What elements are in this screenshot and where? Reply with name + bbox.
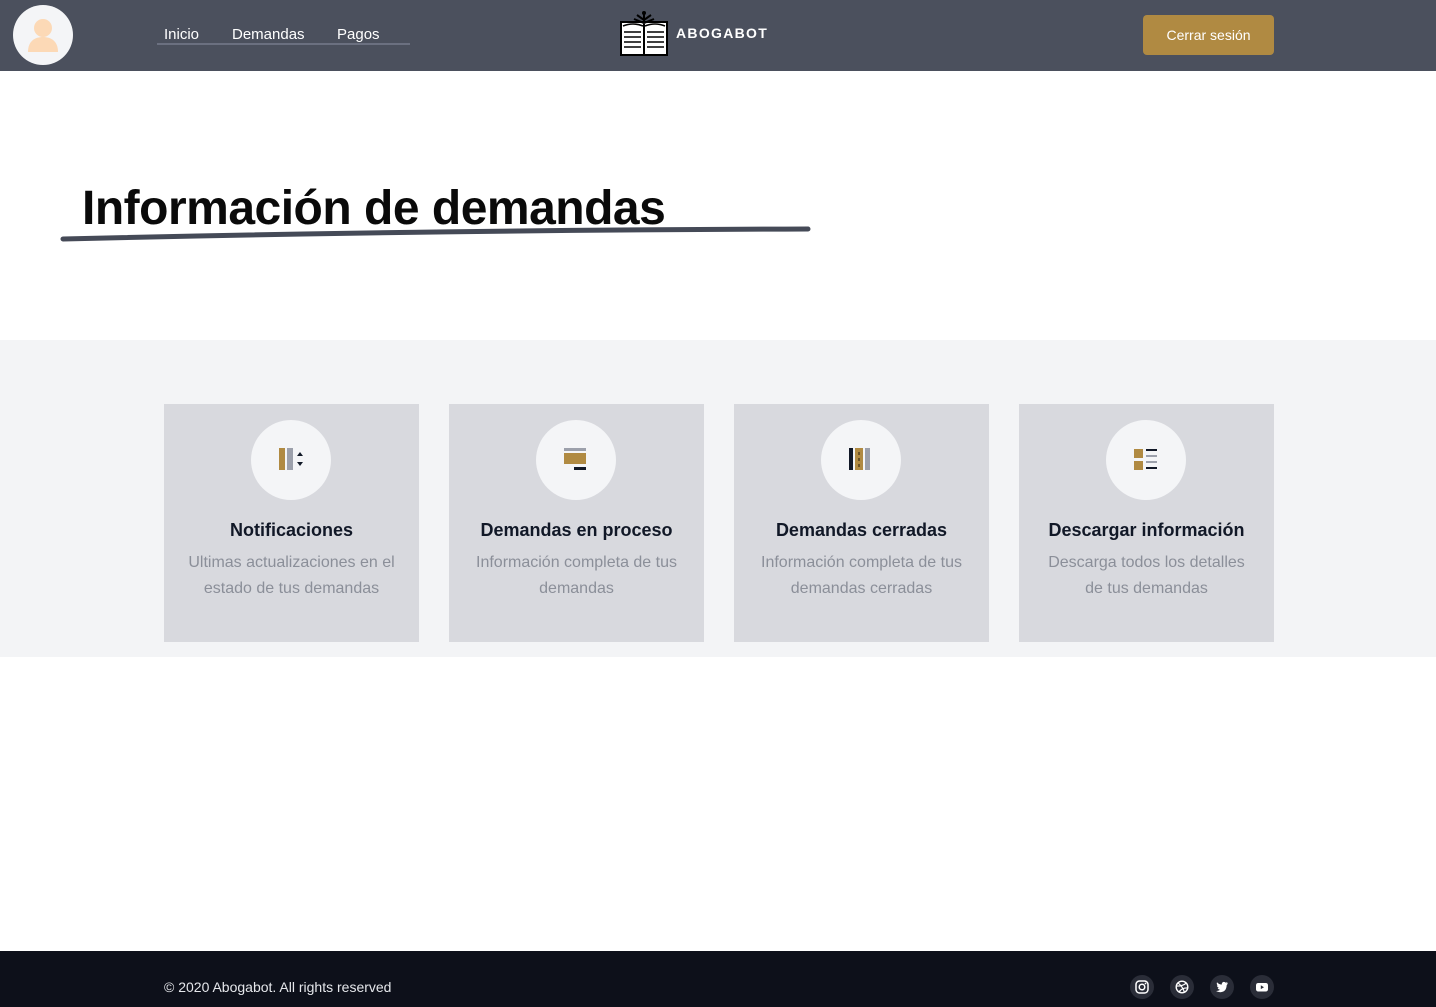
nav-demandas[interactable]: Demandas bbox=[232, 26, 305, 43]
card-demandas-en-proceso[interactable]: Demandas en proceso Información completa… bbox=[449, 404, 704, 642]
youtube-icon bbox=[1256, 983, 1268, 992]
card-title: Demandas cerradas bbox=[775, 520, 948, 540]
instagram-icon bbox=[1135, 980, 1149, 994]
card-notificaciones[interactable]: Notificaciones Ultimas actualizaciones e… bbox=[164, 404, 419, 642]
download-icon bbox=[1134, 449, 1157, 470]
card-description: Ultimas actualizaciones en el estado de … bbox=[188, 554, 395, 597]
brand[interactable]: ABOGABOT bbox=[620, 10, 768, 56]
twitter-link[interactable] bbox=[1210, 975, 1234, 999]
card-description: Información completa de tus demandas bbox=[476, 554, 677, 597]
features-section: Notificaciones Ultimas actualizaciones e… bbox=[0, 340, 1436, 657]
card-description: Información completa de tus demandas cer… bbox=[761, 554, 962, 597]
top-navbar: Inicio Demandas Pagos ABOGABOT Cerrar se… bbox=[0, 0, 1436, 71]
dribbble-icon bbox=[1175, 980, 1189, 994]
book-icon bbox=[620, 11, 668, 56]
user-avatar[interactable] bbox=[13, 5, 73, 65]
card-title: Descargar información bbox=[1048, 520, 1245, 540]
card-title: Notificaciones bbox=[229, 520, 354, 540]
card-descargar-informacion[interactable]: Descargar información Descarga todos los… bbox=[1019, 404, 1274, 642]
twitter-icon bbox=[1216, 981, 1228, 993]
user-icon bbox=[28, 19, 58, 52]
closed-icon bbox=[849, 448, 870, 470]
notifications-icon bbox=[279, 448, 303, 470]
copyright-text: © 2020 Abogabot. All rights reserved bbox=[164, 979, 392, 995]
footer: © 2020 Abogabot. All rights reserved bbox=[0, 951, 1436, 1007]
nav-pagos[interactable]: Pagos bbox=[337, 26, 380, 43]
card-demandas-cerradas[interactable]: Demandas cerradas Información completa d… bbox=[734, 404, 989, 642]
card-icon-badge bbox=[251, 420, 331, 500]
in-progress-icon bbox=[564, 448, 586, 470]
title-underline bbox=[60, 226, 811, 242]
dribbble-link[interactable] bbox=[1170, 975, 1194, 999]
nav-inicio[interactable]: Inicio bbox=[164, 26, 199, 43]
card-icon-badge bbox=[1106, 420, 1186, 500]
card-icon-badge bbox=[821, 420, 901, 500]
card-title: Demandas en proceso bbox=[480, 520, 673, 540]
card-icon-badge bbox=[536, 420, 616, 500]
logout-button[interactable]: Cerrar sesión bbox=[1143, 15, 1274, 55]
instagram-link[interactable] bbox=[1130, 975, 1154, 999]
youtube-link[interactable] bbox=[1250, 975, 1274, 999]
brand-name: ABOGABOT bbox=[676, 25, 769, 41]
main-nav: Inicio Demandas Pagos bbox=[157, 26, 410, 45]
card-description: Descarga todos los detalles de tus deman… bbox=[1048, 554, 1245, 597]
